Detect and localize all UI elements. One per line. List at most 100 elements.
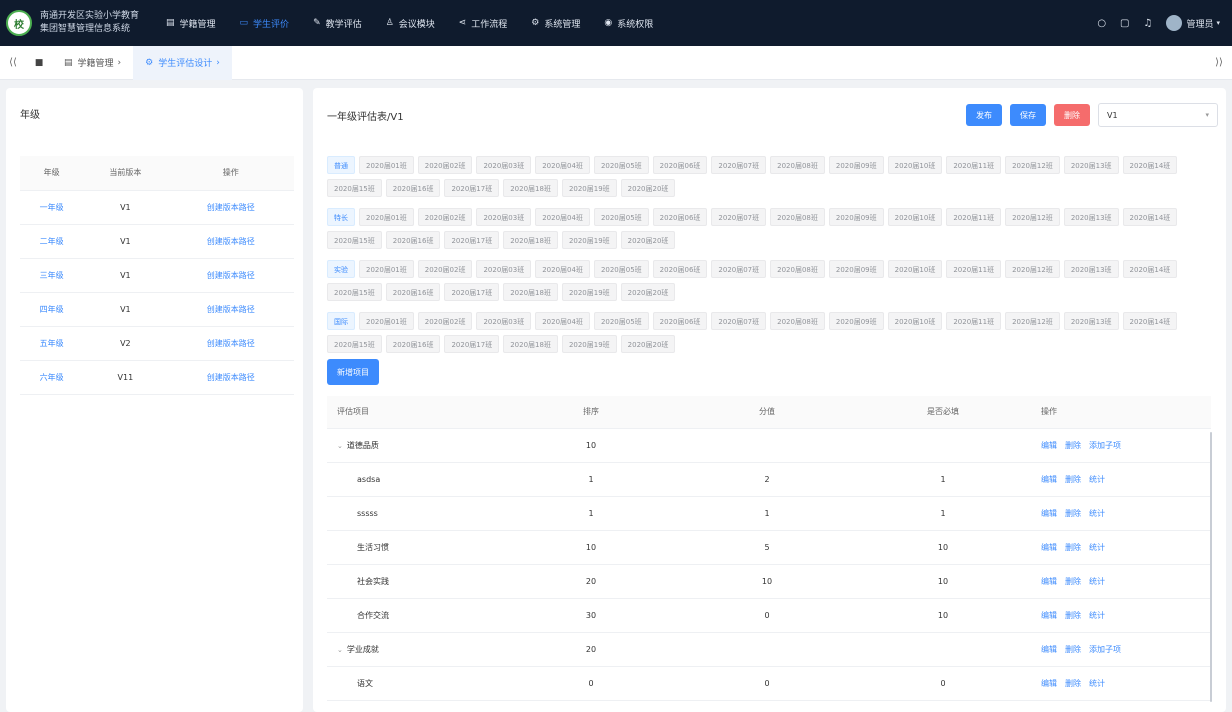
class-tag[interactable]: 2020届19班 — [561, 335, 617, 353]
nav-item[interactable]: ⚙ 系统管理 — [519, 0, 592, 46]
grade-link[interactable]: 六年级 — [20, 360, 84, 395]
class-tag[interactable]: 2020届18班 — [503, 283, 558, 301]
class-tag[interactable]: 2020届08班 — [770, 156, 825, 174]
operation-link[interactable]: 统计 — [1089, 577, 1105, 586]
create-version-link[interactable]: 创建版本路径 — [167, 190, 294, 225]
class-tag[interactable]: 2020届11班 — [946, 260, 1002, 278]
class-tag[interactable]: 2020届03班 — [476, 312, 532, 330]
class-tag[interactable]: 2020届18班 — [503, 231, 558, 249]
chevron-down-icon[interactable]: ▾ — [1216, 19, 1220, 27]
group-label-tag[interactable]: 实验 — [327, 260, 355, 278]
operation-link[interactable]: 添加子项 — [1089, 441, 1121, 450]
expand-caret-icon[interactable]: ⌄ — [337, 442, 343, 450]
class-tag[interactable]: 2020届14班 — [1122, 260, 1178, 278]
class-tag[interactable]: 2020届16班 — [385, 231, 441, 249]
class-tag[interactable]: 2020届07班 — [711, 156, 767, 174]
operation-link[interactable]: 统计 — [1089, 475, 1105, 484]
operation-link[interactable]: 编辑 — [1041, 509, 1057, 518]
class-tag[interactable]: 2020届13班 — [1063, 156, 1119, 174]
table-scrollbar[interactable] — [1210, 432, 1212, 702]
class-tag[interactable]: 2020届12班 — [1005, 156, 1060, 174]
class-tag[interactable]: 2020届03班 — [476, 208, 532, 226]
class-tag[interactable]: 2020届10班 — [887, 260, 943, 278]
class-tag[interactable]: 2020届14班 — [1122, 156, 1178, 174]
nav-item[interactable]: ♙ 会议模块 — [374, 0, 447, 46]
class-tag[interactable]: 2020届01班 — [359, 156, 414, 174]
class-tag[interactable]: 2020届17班 — [444, 231, 500, 249]
class-tag[interactable]: 2020届11班 — [946, 312, 1002, 330]
class-tag[interactable]: 2020届06班 — [652, 260, 708, 278]
class-tag[interactable]: 2020届20班 — [620, 231, 676, 249]
class-tag[interactable]: 2020届15班 — [327, 231, 382, 249]
create-version-link[interactable]: 创建版本路径 — [167, 292, 294, 327]
tab-student-records[interactable]: ▤ 学籍管理 › — [52, 46, 133, 80]
operation-link[interactable]: 删除 — [1065, 509, 1081, 518]
collapse-icon[interactable]: ⟨⟨ — [0, 57, 26, 68]
class-tag[interactable]: 2020届04班 — [535, 208, 590, 226]
home-icon[interactable]: ■ — [26, 58, 52, 68]
operation-link[interactable]: 编辑 — [1041, 577, 1057, 586]
create-version-link[interactable]: 创建版本路径 — [167, 224, 294, 259]
operation-link[interactable]: 编辑 — [1041, 645, 1057, 654]
publish-button[interactable]: 发布 — [966, 104, 1002, 126]
operation-link[interactable]: 编辑 — [1041, 441, 1057, 450]
tab-eval-design[interactable]: ⚙ 学生评估设计 › — [133, 45, 232, 80]
class-tag[interactable]: 2020届01班 — [359, 208, 414, 226]
class-tag[interactable]: 2020届10班 — [887, 208, 943, 226]
class-tag[interactable]: 2020届16班 — [385, 283, 441, 301]
class-tag[interactable]: 2020届02班 — [417, 260, 473, 278]
class-tag[interactable]: 2020届18班 — [503, 335, 558, 353]
message-icon[interactable]: ▢ — [1120, 18, 1129, 29]
search-icon[interactable]: ○ — [1097, 18, 1106, 29]
class-tag[interactable]: 2020届02班 — [417, 156, 473, 174]
class-tag[interactable]: 2020届12班 — [1005, 312, 1060, 330]
class-tag[interactable]: 2020届09班 — [828, 260, 884, 278]
class-tag[interactable]: 2020届04班 — [535, 156, 590, 174]
group-label-tag[interactable]: 国际 — [327, 312, 355, 330]
add-item-button[interactable]: 新增项目 — [327, 359, 379, 385]
grade-link[interactable]: 一年级 — [20, 190, 84, 225]
delete-button[interactable]: 删除 — [1054, 104, 1090, 126]
create-version-link[interactable]: 创建版本路径 — [167, 360, 294, 395]
class-tag[interactable]: 2020届13班 — [1063, 208, 1119, 226]
class-tag[interactable]: 2020届15班 — [327, 179, 382, 197]
operation-link[interactable]: 删除 — [1065, 543, 1081, 552]
class-tag[interactable]: 2020届08班 — [770, 260, 825, 278]
version-select[interactable]: V1 ▾ — [1098, 103, 1218, 127]
grade-link[interactable]: 三年级 — [20, 258, 84, 293]
nav-item[interactable]: ✎ 教学评估 — [301, 0, 374, 46]
operation-link[interactable]: 统计 — [1089, 543, 1105, 552]
operation-link[interactable]: 添加子项 — [1089, 645, 1121, 654]
class-tag[interactable]: 2020届20班 — [620, 283, 676, 301]
class-tag[interactable]: 2020届06班 — [652, 156, 708, 174]
class-tag[interactable]: 2020届02班 — [417, 208, 473, 226]
class-tag[interactable]: 2020届09班 — [828, 312, 884, 330]
class-tag[interactable]: 2020届03班 — [476, 156, 532, 174]
class-tag[interactable]: 2020届05班 — [593, 156, 649, 174]
operation-link[interactable]: 删除 — [1065, 679, 1081, 688]
grade-link[interactable]: 五年级 — [20, 326, 84, 361]
class-tag[interactable]: 2020届16班 — [385, 179, 441, 197]
class-tag[interactable]: 2020届15班 — [327, 283, 382, 301]
class-tag[interactable]: 2020届02班 — [417, 312, 473, 330]
class-tag[interactable]: 2020届17班 — [444, 179, 500, 197]
class-tag[interactable]: 2020届18班 — [503, 179, 558, 197]
class-tag[interactable]: 2020届10班 — [887, 312, 943, 330]
user-name[interactable]: 管理员 — [1186, 17, 1213, 30]
bell-icon[interactable]: ♫ — [1144, 18, 1153, 29]
avatar[interactable] — [1166, 15, 1183, 31]
class-tag[interactable]: 2020届17班 — [444, 335, 500, 353]
class-tag[interactable]: 2020届05班 — [593, 312, 649, 330]
nav-item[interactable]: ⋖ 工作流程 — [447, 0, 520, 46]
operation-link[interactable]: 编辑 — [1041, 611, 1057, 620]
class-tag[interactable]: 2020届01班 — [359, 312, 414, 330]
class-tag[interactable]: 2020届08班 — [770, 208, 825, 226]
class-tag[interactable]: 2020届13班 — [1063, 312, 1119, 330]
class-tag[interactable]: 2020届07班 — [711, 208, 767, 226]
class-tag[interactable]: 2020届16班 — [385, 335, 441, 353]
class-tag[interactable]: 2020届19班 — [561, 179, 617, 197]
operation-link[interactable]: 统计 — [1089, 611, 1105, 620]
class-tag[interactable]: 2020届19班 — [561, 231, 617, 249]
grade-link[interactable]: 二年级 — [20, 224, 84, 259]
operation-link[interactable]: 删除 — [1065, 611, 1081, 620]
